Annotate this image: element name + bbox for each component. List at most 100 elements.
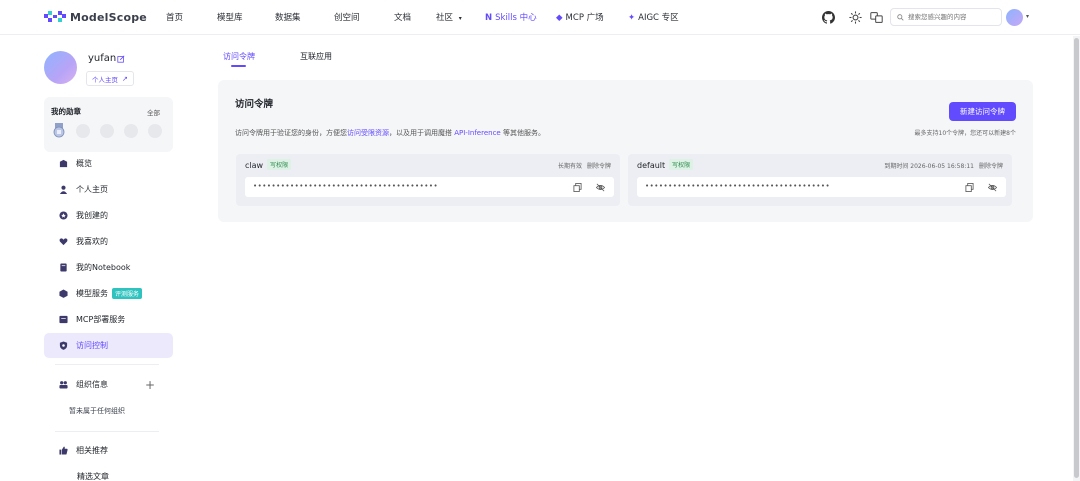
nav-studios[interactable]: 创空间 <box>334 11 360 23</box>
org-info-title: 组织信息 <box>76 380 108 389</box>
sidebar-item-label: 我创建的 <box>76 211 108 220</box>
delete-token-link[interactable]: 删除令牌 <box>587 163 611 170</box>
sidebar-item-label: 概览 <box>76 159 92 168</box>
badge-slot <box>124 124 138 138</box>
nav-docs[interactable]: 文档 <box>394 11 411 23</box>
description-text: 等其他服务。 <box>500 129 545 137</box>
external-link-icon: ↗ <box>122 74 128 83</box>
modelscope-logo[interactable]: ModelScope <box>44 9 147 25</box>
sidebar-item-mcp-deploy[interactable]: MCP部署服务 <box>44 307 173 332</box>
sidebar-divider <box>55 364 159 365</box>
sparkle-icon: ✦ <box>628 13 636 23</box>
profile-avatar <box>44 51 77 84</box>
badge-slot <box>76 124 90 138</box>
scrollbar-thumb[interactable] <box>1074 38 1079 478</box>
notebook-icon <box>60 263 67 272</box>
nav-community[interactable]: 社区 ▾ <box>436 11 462 23</box>
sidebar-item-model-service[interactable]: 模型服务 评测服务 <box>44 281 173 306</box>
search-input[interactable] <box>908 13 998 21</box>
nav-skills[interactable]: N Skills 中心 <box>485 11 537 23</box>
edit-icon[interactable] <box>117 55 125 63</box>
token-value-field: •••••••••••••••••••••••••••••••••••••••• <box>245 177 614 197</box>
description-text: ，以及用于调用魔搭 <box>389 129 455 137</box>
user-avatar[interactable] <box>1006 9 1023 26</box>
org-empty-text: 暂未属于任何组织 <box>69 407 125 415</box>
medal-icon[interactable] <box>53 123 65 138</box>
restricted-resources-link[interactable]: 访问受限资源 <box>347 129 389 137</box>
sidebar-divider <box>55 431 159 432</box>
nav-mcp-label: MCP 广场 <box>565 13 604 23</box>
sidebar-item-access-control[interactable]: 访问控制 <box>44 333 173 358</box>
copy-icon[interactable] <box>965 183 974 192</box>
sidebar-item-label: MCP部署服务 <box>76 315 126 324</box>
tab-access-tokens[interactable]: 访问令牌 <box>223 51 255 62</box>
chevron-down-icon[interactable]: ▾ <box>1026 13 1029 20</box>
token-meta: 长期有效 删除令牌 <box>558 161 611 170</box>
permission-tag: 写权限 <box>267 159 292 170</box>
token-name: claw <box>245 161 264 170</box>
sun-icon[interactable] <box>849 11 862 24</box>
search-icon <box>897 13 904 21</box>
token-name-row: default 写权限 <box>637 159 694 170</box>
nav-models[interactable]: 模型库 <box>217 11 243 23</box>
tab-connected-apps[interactable]: 互联应用 <box>300 51 332 62</box>
sidebar-item-personal-home[interactable]: 个人主页 <box>44 177 173 202</box>
sidebar-item-liked[interactable]: 我喜欢的 <box>44 229 173 254</box>
overview-icon <box>59 159 68 168</box>
delete-token-link[interactable]: 删除令牌 <box>979 163 1003 170</box>
token-meta: 到期时间 2026-06-05 16:58:11 删除令牌 <box>884 161 1003 170</box>
thumbs-up-icon <box>59 446 68 455</box>
sidebar-item-label: 个人主页 <box>76 185 108 194</box>
sidebar-item-label: 访问控制 <box>76 341 108 350</box>
nav-datasets[interactable]: 数据集 <box>275 11 301 23</box>
badges-all-link[interactable]: 全部 <box>147 107 160 117</box>
eye-hidden-icon[interactable] <box>988 183 997 192</box>
evaluation-service-tag: 评测服务 <box>112 288 143 299</box>
sidebar-item-label: 我喜欢的 <box>76 237 108 246</box>
nav-home[interactable]: 首页 <box>166 11 183 23</box>
personal-home-link[interactable]: 个人主页 ↗ <box>86 71 134 86</box>
sidebar-item-overview[interactable]: 概览 <box>44 151 173 176</box>
description-text: 访问令牌用于验证您的身份，方便您 <box>235 129 347 137</box>
sidebar-item-notebook[interactable]: 我的Notebook <box>44 255 173 280</box>
api-inference-link[interactable]: API-Inference <box>454 129 501 137</box>
copy-icon[interactable] <box>573 183 582 192</box>
new-token-button[interactable]: 新建访问令牌 <box>949 102 1016 121</box>
sidebar-item-created[interactable]: 我创建的 <box>44 203 173 228</box>
sidebar-recommend: 相关推荐 <box>44 438 173 463</box>
translate-icon[interactable] <box>870 11 883 24</box>
badges-title: 我的勋章 <box>51 107 81 116</box>
skills-icon: N <box>485 13 493 23</box>
shield-icon <box>59 341 68 350</box>
modelscope-logo-icon <box>44 11 66 22</box>
chevron-down-icon: ▾ <box>458 15 462 22</box>
heart-icon <box>59 238 68 246</box>
scrollbar[interactable] <box>1073 36 1080 481</box>
sidebar-item-label: 我的Notebook <box>76 263 131 272</box>
token-name: default <box>637 161 666 170</box>
panel-title: 访问令牌 <box>235 99 274 110</box>
top-navigation-bar: ModelScope 首页 模型库 数据集 创空间 文档 社区 ▾ N Skill… <box>0 0 1080 35</box>
github-icon[interactable] <box>822 11 835 24</box>
token-masked-value: •••••••••••••••••••••••••••••••••••••••• <box>645 182 831 190</box>
nav-aigc[interactable]: ✦ AIGC 专区 <box>628 11 679 23</box>
nav-skills-label: Skills 中心 <box>495 13 537 23</box>
personal-home-label: 个人主页 <box>92 75 118 84</box>
recommend-title: 相关推荐 <box>76 446 108 455</box>
eye-hidden-icon[interactable] <box>596 183 605 192</box>
search-box[interactable] <box>890 8 1002 26</box>
nav-mcp[interactable]: ◆ MCP 广场 <box>556 11 604 23</box>
add-organization-icon[interactable]: + <box>145 378 155 392</box>
mcp-icon: ◆ <box>556 13 563 23</box>
token-quota-text: 最多支持10个令牌，您还可以新建8个 <box>914 130 1016 137</box>
featured-articles-link[interactable]: 精选文章 <box>77 471 109 481</box>
panel-description: 访问令牌用于验证您的身份，方便您访问受限资源，以及用于调用魔搭 API-Infe… <box>235 128 545 138</box>
created-icon <box>59 211 68 220</box>
token-expiry: 长期有效 <box>557 163 582 170</box>
token-masked-value: •••••••••••••••••••••••••••••••••••••••• <box>253 182 439 190</box>
token-card: default 写权限 到期时间 2026-06-05 16:58:11 删除令牌 … <box>628 154 1012 206</box>
user-icon <box>59 185 68 194</box>
model-service-icon <box>59 289 68 298</box>
badge-slot <box>100 124 114 138</box>
badge-slot <box>148 124 162 138</box>
